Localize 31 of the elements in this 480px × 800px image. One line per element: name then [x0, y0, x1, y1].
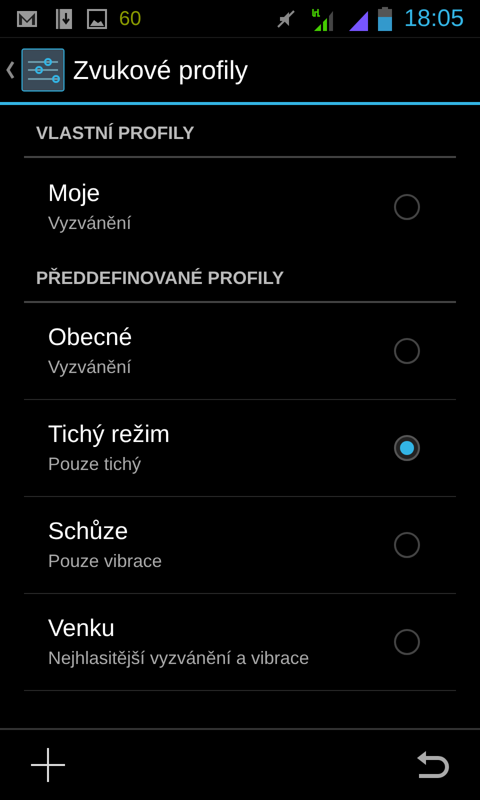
mute-icon: [276, 8, 296, 28]
profile-mode: Vyzvánění: [48, 356, 132, 379]
undo-button[interactable]: [416, 750, 450, 780]
profile-name[interactable]: Obecné: [48, 322, 394, 354]
section-header: VLASTNÍ PROFILY: [24, 110, 456, 158]
sliders-icon: [21, 48, 65, 92]
clock: 18:05: [404, 4, 464, 34]
notification-count: 60: [119, 6, 142, 32]
radio-button[interactable]: [394, 532, 420, 558]
profile-mode: Pouze vibrace: [48, 550, 164, 573]
radio-button[interactable]: [394, 435, 420, 461]
undo-icon: [416, 750, 450, 780]
section-header: PŘEDDEFINOVANÉ PROFILY: [24, 255, 456, 303]
add-icon: [30, 747, 66, 783]
profile-name[interactable]: Schůze: [48, 516, 394, 548]
profile-name[interactable]: Tichý režim: [48, 419, 394, 451]
profile-mode: Nejhlasitější vyzvánění a vibrace: [48, 647, 310, 670]
battery-icon: [378, 6, 392, 30]
profile-mode: Vyzvánění: [48, 212, 132, 235]
radio-button[interactable]: [394, 338, 420, 364]
radio-button[interactable]: [394, 194, 420, 220]
radio-button[interactable]: [394, 629, 420, 655]
profile-mode: Pouze tichý: [48, 453, 142, 476]
profile-name[interactable]: Moje: [48, 178, 394, 210]
add-button[interactable]: [30, 747, 66, 783]
profile-name[interactable]: Venku: [48, 613, 394, 645]
screen-title: Zvukové profily: [73, 54, 248, 86]
caret-icon: [5, 60, 15, 80]
download-icon: [55, 8, 73, 30]
mail-icon: [16, 10, 38, 28]
image-icon: [87, 8, 107, 28]
